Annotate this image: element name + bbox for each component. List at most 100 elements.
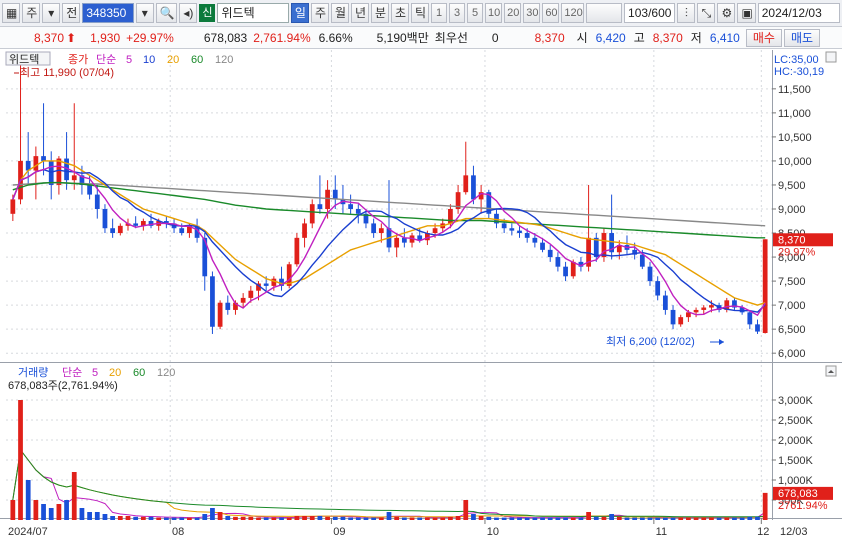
volume-bar [25, 480, 31, 520]
tab-ju[interactable]: 주 [22, 3, 41, 23]
data-count-field[interactable]: 103/600 [624, 3, 676, 23]
volume-bar [593, 516, 599, 520]
chevron-down-icon[interactable]: ▾ [42, 3, 61, 23]
ma10-line [12, 168, 766, 313]
ma60-line [12, 181, 766, 239]
candle-body [578, 261, 584, 267]
candle-body [624, 245, 630, 250]
volume-bar [409, 517, 415, 520]
stock-code-input[interactable]: 348350 [82, 3, 134, 23]
custom-period-input[interactable] [586, 3, 623, 23]
draw-tool-icon[interactable]: ⤡ [697, 3, 716, 23]
volume-bar [739, 517, 745, 520]
volume-bar [732, 517, 737, 520]
save-icon[interactable]: ▣ [737, 3, 756, 23]
current-price: 8,370 [34, 30, 65, 45]
price-change: 1,930 [90, 30, 121, 45]
lc-label: LC:35,00 [774, 54, 819, 66]
candle-body [225, 302, 231, 310]
quote-info-bar: 8,370 ⬆ 1,930 +29.97% 678,083 2,761.94% … [0, 27, 842, 49]
candle-type-icon[interactable]: ⫶ [677, 3, 696, 23]
candle-body [125, 223, 131, 226]
volume-bar [401, 517, 407, 520]
volume-bar [463, 500, 469, 520]
volume-bar [233, 516, 238, 520]
candle-body [140, 221, 146, 226]
speaker-icon[interactable]: ◂) [179, 3, 198, 23]
volume-bar [33, 500, 39, 520]
stock-chart[interactable]: 11,50011,00010,50010,0009,5009,0008,5008… [0, 0, 842, 543]
code-dropdown-icon[interactable]: ▾ [135, 3, 154, 23]
candle-body [48, 160, 54, 185]
multiplier-10[interactable]: 10 [485, 3, 503, 23]
candle-body [71, 175, 77, 181]
volume-legend-ma-20: 20 [109, 367, 121, 379]
price-tick-label: 6,000 [778, 348, 806, 360]
volume-bar [609, 514, 615, 520]
volume-bar [471, 514, 476, 520]
candle-body [401, 237, 407, 243]
x-axis-label: 08 [172, 526, 184, 538]
volume-bar [363, 517, 369, 520]
chart-menu-icon[interactable]: ▦ [2, 3, 21, 23]
candle-body [732, 300, 737, 308]
period-minute[interactable]: 분 [370, 3, 389, 23]
volume-bar [662, 517, 668, 520]
period-year[interactable]: 년 [350, 3, 369, 23]
volume-bar [386, 512, 392, 520]
volume-bar [348, 517, 353, 520]
current-volume-tag-box [773, 486, 833, 500]
candle-body [386, 228, 392, 248]
candle-body [678, 317, 684, 325]
multiplier-1[interactable]: 1 [431, 3, 448, 23]
volume-bar [309, 516, 315, 520]
candle-body [110, 228, 116, 234]
settings-icon[interactable]: ⚙ [717, 3, 736, 23]
period-week[interactable]: 주 [310, 3, 329, 23]
volume-bar [179, 517, 185, 520]
candle-body [248, 290, 254, 298]
candle-body [586, 237, 591, 267]
period-tick[interactable]: 틱 [411, 3, 430, 23]
multiplier-120[interactable]: 120 [561, 3, 585, 23]
sell-button[interactable]: 매도 [783, 28, 821, 47]
multiplier-5[interactable]: 5 [467, 3, 484, 23]
candle-body [10, 199, 16, 214]
current-price-tag: 8,370 [778, 234, 806, 246]
price-tick-label: 10,000 [778, 156, 812, 168]
x-axis-label: 10 [487, 526, 499, 538]
price-tick-label: 9,500 [778, 180, 806, 192]
multiplier-60[interactable]: 60 [542, 3, 560, 23]
x-axis-label: 11 [656, 526, 667, 538]
candle-body [517, 230, 522, 234]
candle-body [432, 228, 438, 234]
period-second[interactable]: 초 [391, 3, 410, 23]
buy-button[interactable]: 매수 [745, 28, 782, 47]
multiplier-30[interactable]: 30 [523, 3, 541, 23]
name-tag: 위드텍 [9, 53, 39, 66]
candle-body [632, 249, 638, 255]
turnover-rate: 6.66% [318, 30, 353, 45]
volume-legend-label: 거래량 [18, 366, 48, 379]
candle-body [325, 189, 330, 209]
search-icon[interactable]: 🔍 [155, 3, 178, 23]
tab-jeon[interactable]: 전 [62, 3, 81, 23]
date-field[interactable]: 2024/12/03 [757, 3, 841, 23]
candle-body [309, 204, 315, 224]
volume-bar [724, 517, 730, 520]
volume-bar [632, 517, 638, 520]
current-price-tag-box [773, 233, 833, 247]
candle-body [686, 312, 691, 318]
volume-bar [125, 516, 131, 520]
volume-bar [148, 516, 154, 520]
multiplier-3[interactable]: 3 [449, 3, 466, 23]
candle-body [233, 302, 238, 310]
current-volume-tag: 678,083 [778, 488, 818, 500]
best-bid-value: 0 [491, 30, 499, 45]
period-day[interactable]: 일 [290, 3, 309, 23]
period-month[interactable]: 월 [330, 3, 349, 23]
candle-body [494, 213, 499, 224]
multiplier-20[interactable]: 20 [504, 3, 522, 23]
volume-bar [709, 517, 714, 520]
low-note-arrowhead [719, 339, 724, 345]
